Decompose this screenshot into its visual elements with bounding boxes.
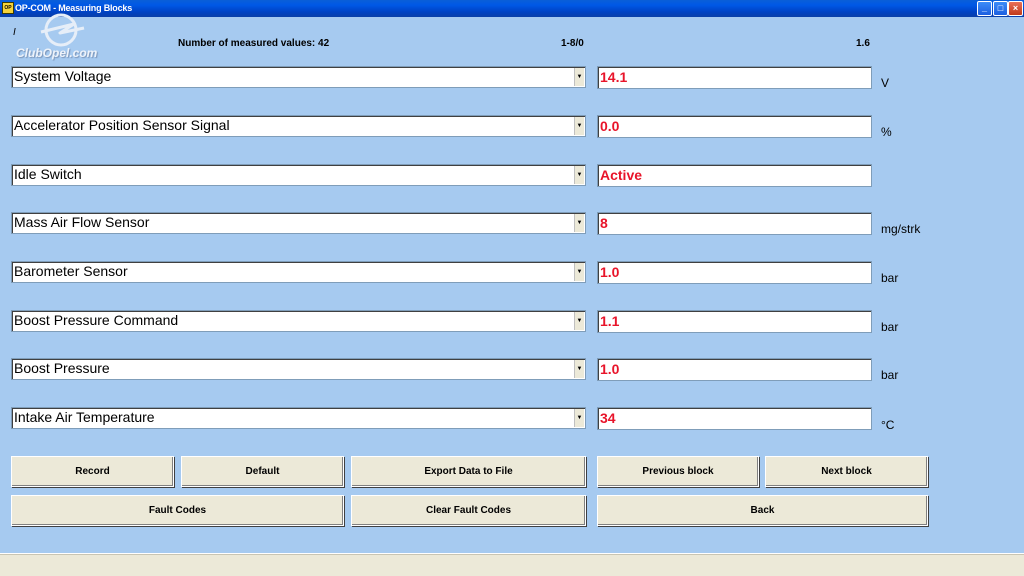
value-field-mass-air-flow[interactable]: 8 — [597, 212, 872, 235]
parameter-label: Boost Pressure Command — [14, 312, 179, 328]
parameter-select-boost-pressure-command[interactable]: Boost Pressure Command ▼ — [11, 310, 586, 332]
dropdown-arrow-icon[interactable]: ▼ — [574, 409, 584, 427]
fault-codes-button[interactable]: Fault Codes — [11, 495, 344, 526]
parameter-label: Accelerator Position Sensor Signal — [14, 117, 230, 133]
parameter-label: System Voltage — [14, 68, 112, 84]
value-text: 1.0 — [600, 361, 620, 377]
value-field-idle-switch[interactable]: Active — [597, 164, 872, 187]
dropdown-arrow-icon[interactable]: ▼ — [574, 166, 584, 184]
dropdown-arrow-icon[interactable]: ▼ — [574, 312, 584, 330]
parameter-label: Barometer Sensor — [14, 263, 128, 279]
value-field-boost-pressure-command[interactable]: 1.1 — [597, 310, 872, 333]
parameter-select-idle-switch[interactable]: Idle Switch ▼ — [11, 164, 586, 186]
parameter-label: Mass Air Flow Sensor — [14, 214, 150, 230]
minimize-button[interactable]: _ — [977, 1, 992, 16]
next-block-button[interactable]: Next block — [765, 456, 928, 487]
value-text: Active — [600, 167, 643, 183]
parameter-select-mass-air-flow[interactable]: Mass Air Flow Sensor ▼ — [11, 212, 586, 234]
parameter-select-accelerator-position[interactable]: Accelerator Position Sensor Signal ▼ — [11, 115, 586, 137]
parameter-select-system-voltage[interactable]: System Voltage ▼ — [11, 66, 586, 88]
maximize-button[interactable]: □ — [993, 1, 1008, 16]
value-field-boost-pressure[interactable]: 1.0 — [597, 358, 872, 381]
value-field-accelerator-position[interactable]: 0.0 — [597, 115, 872, 138]
parameter-select-intake-air-temperature[interactable]: Intake Air Temperature ▼ — [11, 407, 586, 429]
unit-label: bar — [881, 271, 899, 285]
unit-label: mg/strk — [881, 222, 921, 236]
title-bar[interactable]: OP OP-COM - Measuring Blocks _ □ × — [0, 0, 1024, 17]
value-field-intake-air-temperature[interactable]: 34 — [597, 407, 872, 430]
unit-label: bar — [881, 320, 899, 334]
unit-label: V — [881, 76, 890, 90]
export-data-button[interactable]: Export Data to File — [351, 456, 586, 487]
version-label: 1.6 — [856, 38, 870, 49]
unit-label: bar — [881, 368, 899, 382]
app-icon[interactable]: OP — [2, 2, 14, 14]
parameter-label: Boost Pressure — [14, 360, 110, 376]
status-bar — [0, 553, 1024, 576]
record-button[interactable]: Record — [11, 456, 174, 487]
back-button[interactable]: Back — [597, 495, 928, 526]
dropdown-arrow-icon[interactable]: ▼ — [574, 117, 584, 135]
value-field-barometer-sensor[interactable]: 1.0 — [597, 261, 872, 284]
default-button[interactable]: Default — [181, 456, 344, 487]
close-button[interactable]: × — [1008, 1, 1023, 16]
clear-fault-codes-button[interactable]: Clear Fault Codes — [351, 495, 586, 526]
dropdown-arrow-icon[interactable]: ▼ — [574, 214, 584, 232]
unit-label: °C — [881, 418, 895, 432]
parameter-label: Intake Air Temperature — [14, 409, 155, 425]
dropdown-arrow-icon[interactable]: ▼ — [574, 263, 584, 281]
measured-values-count: Number of measured values: 42 — [178, 38, 330, 49]
value-text: 14.1 — [600, 69, 628, 85]
value-text: 8 — [600, 215, 608, 231]
parameter-select-barometer-sensor[interactable]: Barometer Sensor ▼ — [11, 261, 586, 283]
value-text: 1.0 — [600, 264, 620, 280]
dropdown-arrow-icon[interactable]: ▼ — [574, 360, 584, 378]
logo-text: ClubOpel.com — [16, 46, 98, 60]
unit-label: % — [881, 125, 892, 139]
value-text: 34 — [600, 410, 616, 426]
previous-block-button[interactable]: Previous block — [597, 456, 759, 487]
cursor-mark: I — [13, 27, 16, 38]
value-text: 1.1 — [600, 313, 620, 329]
value-text: 0.0 — [600, 118, 620, 134]
block-range: 1-8/0 — [561, 38, 584, 49]
parameter-select-boost-pressure[interactable]: Boost Pressure ▼ — [11, 358, 586, 380]
parameter-label: Idle Switch — [14, 166, 82, 182]
dropdown-arrow-icon[interactable]: ▼ — [574, 68, 584, 86]
value-field-system-voltage[interactable]: 14.1 — [597, 66, 872, 89]
